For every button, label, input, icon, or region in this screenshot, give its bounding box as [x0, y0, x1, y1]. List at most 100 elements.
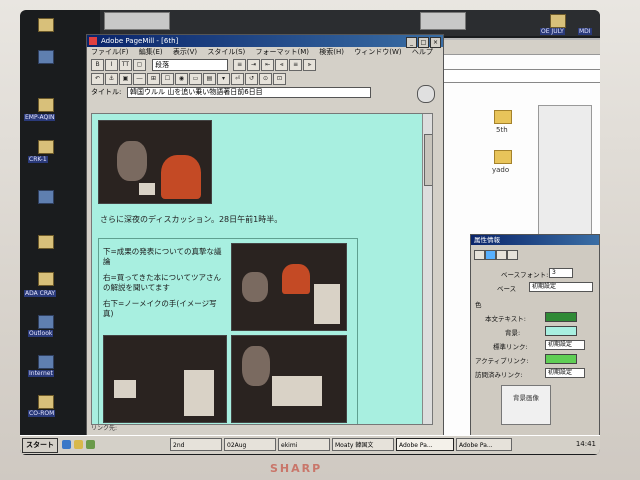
palette-tabs	[471, 245, 599, 260]
active-link-label: アクティブリンク:	[475, 357, 529, 365]
menu-file[interactable]: ファイル(F)	[91, 48, 129, 56]
form-button[interactable]: ☐	[161, 73, 174, 85]
photo-discussion-2[interactable]	[231, 243, 347, 331]
cdrom-icon[interactable]	[38, 395, 54, 409]
page-title-label: タイトル:	[91, 88, 122, 96]
folder-icon[interactable]	[38, 235, 54, 249]
photo-discussion-4[interactable]	[231, 335, 347, 423]
link-color-label: 標準リンク:	[493, 343, 528, 351]
menu-format[interactable]: フォーマット(M)	[256, 48, 310, 56]
folder-icon[interactable]	[38, 18, 54, 32]
taskbar-item[interactable]: 2nd	[170, 438, 222, 451]
pagemill-title-bar[interactable]: Adobe PageMill - [6th] _ □ ×	[87, 35, 443, 48]
taskbar-item[interactable]: Moaty 韓国文	[332, 438, 394, 451]
indent-button[interactable]: ⇥	[247, 59, 261, 71]
menu-view[interactable]: 表示(V)	[173, 48, 197, 56]
background-image-well[interactable]: 背景画像	[501, 385, 551, 425]
photo-discussion-1[interactable]	[98, 120, 212, 204]
color-section-label: 色	[475, 301, 482, 309]
folder-quicklaunch-icon[interactable]	[74, 440, 83, 449]
image-button[interactable]: ▣	[119, 73, 132, 85]
folder-icon[interactable]	[38, 140, 54, 154]
start-button[interactable]: スタート	[22, 438, 58, 453]
align-right-button[interactable]: ⫸	[303, 59, 317, 71]
background-window-tab[interactable]	[104, 12, 170, 30]
computer-icon[interactable]	[38, 50, 54, 64]
list-button[interactable]: ≡	[233, 59, 247, 71]
radio-button-tool[interactable]: ◉	[175, 73, 188, 85]
internet-icon[interactable]	[38, 355, 54, 369]
monitor-screen: OE JULY MDI EMP-AQIN CRK-1 ADA CRAY Outl…	[20, 10, 600, 455]
bg-color-swatch[interactable]	[545, 326, 577, 336]
reset-tool[interactable]: ↺	[245, 73, 258, 85]
tab-object-icon[interactable]	[496, 250, 507, 260]
photo-person	[282, 264, 310, 294]
teletype-button[interactable]: TT	[119, 59, 132, 71]
outdent-button[interactable]: ⇤	[261, 59, 275, 71]
select-tool[interactable]: ▾	[217, 73, 230, 85]
frame-tool[interactable]: ⊡	[273, 73, 286, 85]
tab-form-icon[interactable]	[507, 250, 518, 260]
table-button[interactable]: ⊞	[147, 73, 160, 85]
page-title-input[interactable]: 韓国ウルル 山を追い乗い物語著日前6日目	[127, 87, 371, 98]
ie-quicklaunch-icon[interactable]	[62, 440, 71, 449]
textarea-tool[interactable]: ▤	[203, 73, 216, 85]
base-select[interactable]: 初期設定	[529, 282, 593, 292]
page-title-row: タイトル: 韓国ウルル 山を追い乗い物語著日前6日目	[87, 86, 443, 98]
bg-color-label: 背景:	[505, 329, 521, 337]
folder-icon[interactable]	[550, 14, 566, 28]
visited-link-label: 訪問済みリンク:	[475, 371, 523, 379]
photo-person	[184, 370, 214, 416]
align-left-button[interactable]: ⫷	[275, 59, 289, 71]
folder-icon[interactable]	[38, 272, 54, 286]
toolbar-row-2: ↶ ⚓ ▣ ― ⊞ ☐ ◉ ▭ ▤ ▾ ⏎ ↺ ⊙ ⊡	[87, 72, 443, 86]
folder-icon[interactable]	[494, 150, 512, 164]
photo-discussion-3[interactable]	[103, 335, 227, 423]
anchor-button[interactable]: ⚓	[105, 73, 118, 85]
taskbar-item[interactable]: Adobe Pa...	[456, 438, 512, 451]
outlook-icon[interactable]	[38, 315, 54, 329]
folder-icon[interactable]	[494, 110, 512, 124]
photo-table[interactable]: 下=成果の発表についての真摯な議論 右=買ってきた本についてツアさんの解説を聞い…	[98, 238, 358, 424]
desktop-quicklaunch-icon[interactable]	[86, 440, 95, 449]
photo-person	[242, 346, 270, 386]
folder-icon[interactable]	[38, 98, 54, 112]
palette-title[interactable]: 属性情報	[471, 235, 599, 245]
taskbar-item[interactable]: ekimi	[278, 438, 330, 451]
italic-button[interactable]: I	[105, 59, 118, 71]
taskbar-item[interactable]: 02Aug	[224, 438, 276, 451]
link-color-select[interactable]: 初期設定	[545, 340, 585, 350]
paragraph-style-select[interactable]: 段落	[152, 59, 229, 71]
rule-button[interactable]: ―	[133, 73, 146, 85]
network-icon[interactable]	[38, 190, 54, 204]
tab-properties-icon[interactable]	[485, 250, 496, 260]
menu-edit[interactable]: 編集(E)	[139, 48, 163, 56]
background-window-tab[interactable]	[420, 12, 466, 30]
base-font-select[interactable]: 3	[549, 268, 573, 278]
menu-search[interactable]: 検索(H)	[319, 48, 344, 56]
close-button[interactable]: ×	[430, 37, 441, 48]
vertical-scrollbar[interactable]	[422, 114, 432, 424]
preview-globe-icon[interactable]	[417, 85, 435, 103]
page-edit-area[interactable]: さらに深夜のディスカッション。28日午前1時半。 下=成果の発表についての真摯な…	[91, 113, 433, 425]
align-center-button[interactable]: ≡	[289, 59, 303, 71]
explorer-address-bar[interactable]	[432, 69, 600, 83]
minimize-button[interactable]: _	[406, 37, 417, 48]
visited-link-select[interactable]: 初期設定	[545, 368, 585, 378]
active-link-swatch[interactable]	[545, 354, 577, 364]
text-color-swatch[interactable]	[545, 312, 577, 322]
menu-style[interactable]: スタイル(S)	[207, 48, 245, 56]
menu-window[interactable]: ウィンドウ(W)	[354, 48, 401, 56]
tab-page-icon[interactable]	[474, 250, 485, 260]
format-button[interactable]: ▢	[133, 59, 146, 71]
desktop-icon-label: ADA CRAY	[24, 290, 57, 297]
bold-button[interactable]: B	[91, 59, 104, 71]
submit-tool[interactable]: ⏎	[231, 73, 244, 85]
text-field-tool[interactable]: ▭	[189, 73, 202, 85]
maximize-button[interactable]: □	[418, 37, 429, 48]
folder-label: yado	[492, 166, 510, 174]
taskbar-item[interactable]: Adobe Pa...	[396, 438, 454, 451]
undo-button[interactable]: ↶	[91, 73, 104, 85]
hidden-tool[interactable]: ⊙	[259, 73, 272, 85]
scrollbar-thumb[interactable]	[424, 134, 432, 186]
